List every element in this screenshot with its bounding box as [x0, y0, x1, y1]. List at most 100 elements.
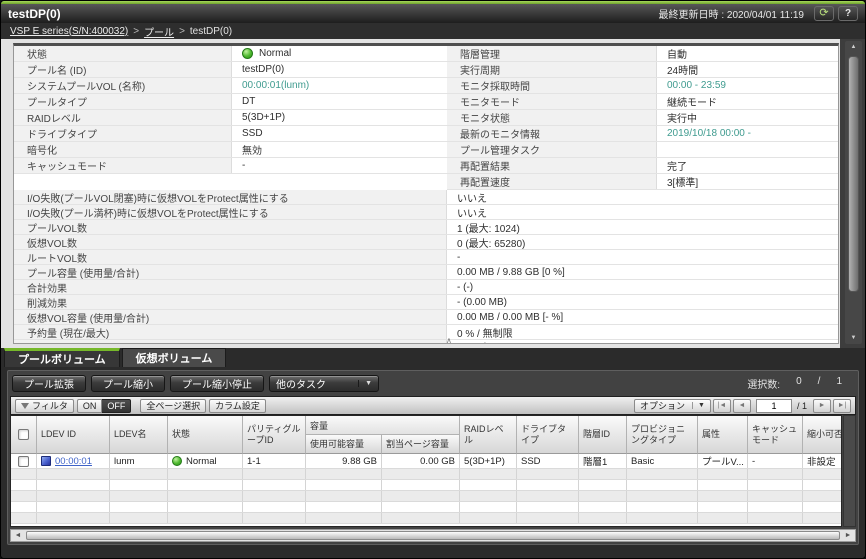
options-button[interactable]: オプション ▼: [634, 399, 711, 413]
pool-detail-panel: 状態Normal プール名 (ID)testDP(0) システムプールVOL (…: [13, 43, 839, 344]
first-page-button[interactable]: |◄: [713, 399, 731, 413]
filter-off-button[interactable]: OFF: [102, 399, 131, 413]
filter-on-button[interactable]: ON: [77, 399, 103, 413]
column-header-allocated-capacity[interactable]: 割当ページ容量: [382, 435, 460, 454]
detail-value: - (-): [447, 280, 838, 294]
column-header-raid-level[interactable]: RAIDレベル: [460, 416, 517, 454]
selection-label: 選択数:: [747, 376, 780, 391]
last-page-button[interactable]: ►|: [833, 399, 851, 413]
breadcrumb-pool-link[interactable]: プール: [144, 24, 174, 39]
detail-value: 無効: [232, 142, 447, 157]
column-header-shrink[interactable]: 縮小可否: [803, 416, 842, 454]
breadcrumb-separator: >: [133, 26, 139, 37]
table-row[interactable]: 00:00:01 lunm Normal 1-1 9.88 GB 0.00 GB…: [11, 454, 841, 469]
detail-label: RAIDレベル: [14, 110, 232, 125]
expand-pool-button[interactable]: プール拡張: [12, 375, 86, 392]
select-all-checkbox[interactable]: [18, 429, 29, 440]
select-all-pages-button[interactable]: 全ページ選択: [140, 399, 206, 413]
column-header-ldev-id[interactable]: LDEV ID: [37, 416, 110, 454]
cell-tier-id: 階層1: [579, 454, 627, 468]
breadcrumb-root-link[interactable]: VSP E series(S/N:400032): [10, 26, 128, 37]
cell-cache-mode: -: [748, 454, 803, 468]
tab-virtual-volumes[interactable]: 仮想ボリューム: [122, 348, 227, 367]
detail-value: 70 % / 80 %: [447, 340, 838, 344]
scroll-up-icon[interactable]: ▲: [845, 44, 862, 50]
scrollbar-thumb[interactable]: [26, 531, 840, 540]
cell-parity-group: 1-1: [243, 454, 306, 468]
column-header-ldev-name[interactable]: LDEV名: [110, 416, 168, 454]
detail-two-columns: 状態Normal プール名 (ID)testDP(0) システムプールVOL (…: [14, 46, 838, 190]
cell-drive-type: SSD: [517, 454, 579, 468]
detail-full-rows: I/O失敗(プールVOL閉塞)時に仮想VOLをProtect属性にするいいえ I…: [14, 190, 838, 344]
refresh-icon: ⟳: [819, 8, 828, 19]
stop-shrink-button[interactable]: プール縮小停止: [170, 375, 264, 392]
detail-label: モニタ状態: [447, 110, 657, 125]
detail-value: 1 (最大: 1024): [447, 220, 838, 234]
table-scrollbar-vertical[interactable]: [843, 415, 856, 527]
filter-button[interactable]: フィルタ: [15, 399, 74, 413]
detail-label: モニタモード: [447, 94, 657, 109]
detail-label: 状態: [14, 46, 232, 61]
detail-value: [657, 142, 839, 157]
scroll-left-icon[interactable]: ◄: [11, 530, 25, 541]
page-input[interactable]: [756, 399, 792, 413]
empty-row: [11, 480, 841, 491]
other-tasks-button[interactable]: 他のタスク ▼: [269, 375, 379, 392]
detail-value: 0 (最大: 65280): [447, 235, 838, 249]
app-window: testDP(0) 最終更新日時 : 2020/04/01 11:19 ⟳ ? …: [0, 0, 866, 559]
total-count: 1: [836, 376, 842, 391]
volume-icon: [41, 456, 51, 466]
tab-pool-volumes[interactable]: プールボリューム: [4, 348, 120, 367]
detail-label: プール名 (ID): [14, 62, 232, 77]
detail-label: プールタイプ: [14, 94, 232, 109]
detail-value: 0 % / 無制限: [447, 325, 838, 339]
column-settings-button[interactable]: カラム設定: [209, 399, 266, 413]
empty-row: [11, 502, 841, 513]
detail-value: 継続モード: [657, 94, 839, 109]
column-header-tier-id[interactable]: 階層ID: [579, 416, 627, 454]
detail-label: システムプールVOL (名称): [14, 78, 232, 93]
selection-count: 選択数: 0 / 1: [747, 376, 852, 391]
column-header-drive-type[interactable]: ドライブタイプ: [517, 416, 579, 454]
titlebar-actions: 最終更新日時 : 2020/04/01 11:19 ⟳ ?: [659, 6, 858, 21]
cell-shrink: 非設定: [803, 454, 842, 468]
scroll-right-icon[interactable]: ►: [841, 530, 855, 541]
detail-value: いいえ: [447, 205, 838, 219]
ldev-id-link[interactable]: 00:00:01: [55, 456, 92, 467]
scrollbar-thumb[interactable]: [848, 56, 859, 292]
collapse-details-icon[interactable]: ∧: [446, 336, 452, 344]
detail-value: Normal: [259, 48, 291, 59]
column-header-available-capacity[interactable]: 使用可能容量: [306, 435, 382, 454]
prev-page-button[interactable]: ◄: [733, 399, 751, 413]
help-button[interactable]: ?: [838, 6, 858, 21]
column-header-parity-group[interactable]: パリティグループID: [243, 416, 306, 454]
column-header-cache-mode[interactable]: キャッシュモード: [748, 416, 803, 454]
table-toolbar: プール拡張 プール縮小 プール縮小停止 他のタスク ▼ 選択数: 0 / 1: [8, 371, 858, 394]
detail-value: 自動: [657, 46, 839, 61]
refresh-button[interactable]: ⟳: [814, 6, 834, 21]
status-ok-icon: [242, 48, 253, 59]
detail-value: SSD: [232, 126, 447, 141]
pagination: オプション ▼ |◄ ◄ / 1 ► ►|: [634, 399, 851, 413]
filter-toggle: ON OFF: [77, 399, 132, 413]
cell-allocated-capacity: 0.00 GB: [382, 454, 460, 468]
column-header-attribute[interactable]: 属性: [698, 416, 748, 454]
selection-separator: /: [818, 376, 821, 391]
row-checkbox[interactable]: [18, 456, 29, 467]
scroll-down-icon[interactable]: ▼: [845, 335, 862, 341]
empty-row: [11, 469, 841, 480]
shrink-pool-button[interactable]: プール縮小: [91, 375, 165, 392]
table-scrollbar-horizontal[interactable]: ◄ ►: [10, 529, 856, 542]
detail-value: -: [447, 250, 838, 264]
detail-scrollbar[interactable]: ▲ ▼: [845, 41, 862, 344]
column-header-provisioning-type[interactable]: プロビジョニングタイプ: [627, 416, 698, 454]
breadcrumb-current: testDP(0): [190, 26, 232, 37]
dropdown-arrow-icon: ▼: [692, 402, 705, 409]
empty-row: [11, 513, 841, 524]
detail-label: 暗号化: [14, 142, 232, 157]
selected-count: 0: [796, 376, 802, 391]
cell-ldev-name: lunm: [110, 454, 168, 468]
pool-volume-frame: プール拡張 プール縮小 プール縮小停止 他のタスク ▼ 選択数: 0 / 1 フ…: [7, 370, 859, 545]
next-page-button[interactable]: ►: [813, 399, 831, 413]
column-header-status[interactable]: 状態: [168, 416, 243, 454]
